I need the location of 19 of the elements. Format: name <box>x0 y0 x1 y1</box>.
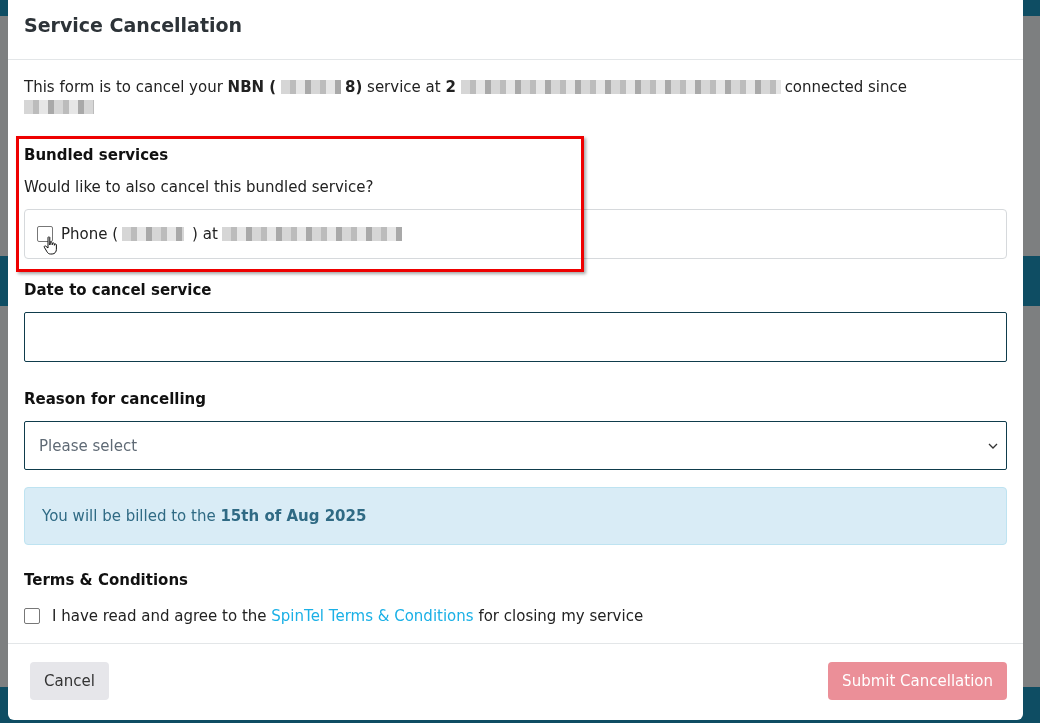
checkbox[interactable] <box>37 226 53 242</box>
section-heading: Bundled services <box>24 146 170 164</box>
date-input-field[interactable] <box>24 312 1007 362</box>
intro-text: This form is to cancel your NBN ( 8) service at 2 connected since <box>24 77 984 117</box>
redacted-text <box>122 227 185 241</box>
notice-text: You will be billed to the 15th of Aug 2025 <box>42 507 367 525</box>
chevron-down-icon <box>988 442 998 449</box>
cancel-button[interactable]: Cancel <box>30 662 109 700</box>
section-heading: Terms & Conditions <box>24 571 189 589</box>
question-text: Would like to also cancel this bundled service? <box>24 178 375 196</box>
terms-text: I have read and agree to the SpinTel Terms & Conditions for closing my service <box>52 607 644 625</box>
redacted-text <box>281 80 341 94</box>
reason-select[interactable]: Please select <box>24 421 1007 470</box>
dialog-title: Service Cancellation <box>24 14 244 36</box>
redacted-text <box>24 100 94 114</box>
service-option: Phone ( ) at <box>24 209 1007 259</box>
field-label: Date to cancel service <box>24 281 213 299</box>
checkbox[interactable] <box>24 608 40 624</box>
field-label: Reason for cancelling <box>24 390 208 408</box>
